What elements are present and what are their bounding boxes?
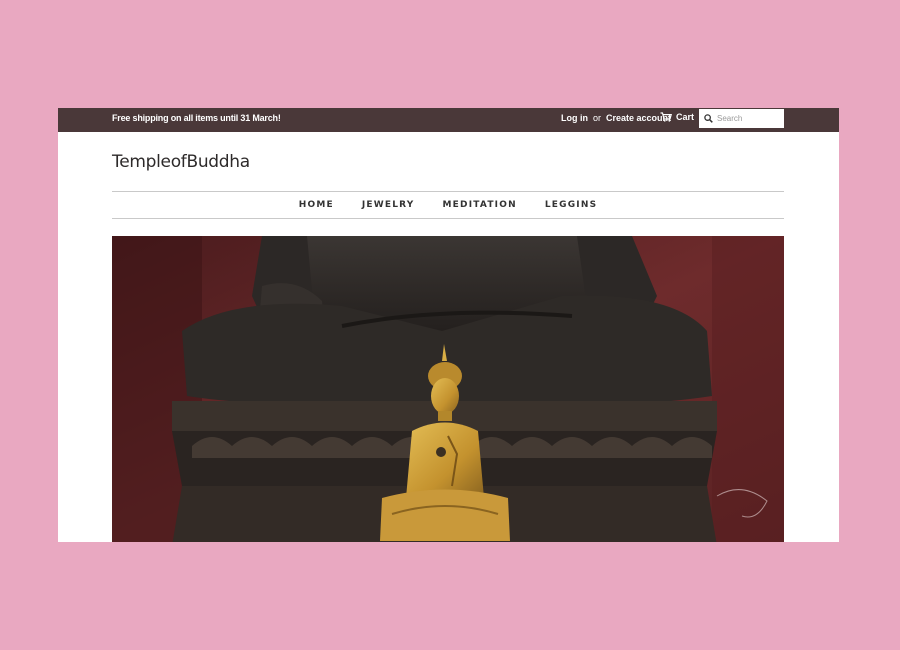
nav-item-leggins[interactable]: LEGGINS (531, 200, 611, 210)
nav-item-meditation[interactable]: MEDITATION (429, 200, 531, 210)
store-logo[interactable]: TempleofBuddha (112, 152, 250, 172)
main-nav: HOME JEWELRY MEDITATION LEGGINS (112, 191, 784, 219)
nav-item-home[interactable]: HOME (285, 200, 348, 210)
login-link[interactable]: Log in (561, 113, 588, 123)
announcement-bar: Free shipping on all items until 31 Marc… (58, 108, 839, 132)
account-links: Log in or Create account (561, 113, 671, 123)
store-page: Free shipping on all items until 31 Marc… (58, 108, 839, 542)
or-separator: or (593, 113, 602, 123)
nav-item-jewelry[interactable]: JEWELRY (348, 200, 429, 210)
search-input[interactable] (713, 111, 779, 126)
cart-link[interactable]: Cart (660, 112, 694, 122)
search-box[interactable] (699, 109, 784, 128)
announcement-text: Free shipping on all items until 31 Marc… (112, 113, 281, 123)
hero-image (112, 236, 784, 542)
buddha-statues-photo (112, 236, 784, 542)
search-icon[interactable] (704, 114, 713, 123)
cart-icon (660, 112, 672, 122)
cart-label: Cart (676, 112, 695, 122)
